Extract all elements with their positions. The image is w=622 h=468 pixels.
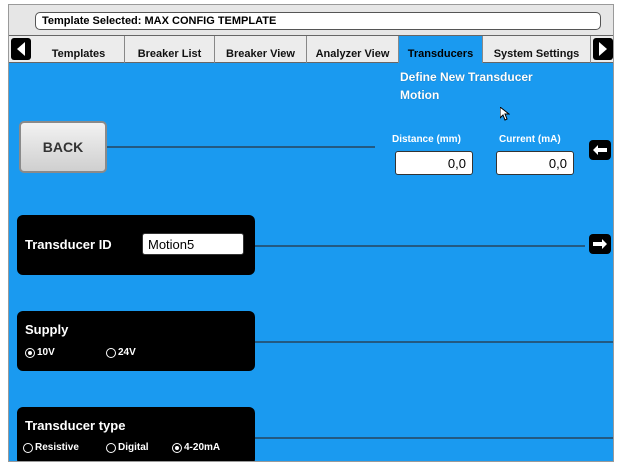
radio-unselected-icon — [23, 442, 33, 453]
mouse-pointer-icon — [500, 107, 510, 121]
back-button[interactable]: BACK — [19, 121, 107, 173]
tab-analyzer-view[interactable]: Analyzer View — [307, 36, 399, 63]
supply-option-24v[interactable]: 24V — [106, 347, 136, 358]
current-field[interactable]: 0,0 — [496, 151, 574, 175]
tab-bar: Templates Breaker List Breaker View Anal… — [9, 35, 613, 63]
distance-field[interactable]: 0,0 — [395, 151, 473, 175]
page-subtitle: Motion — [400, 88, 440, 102]
supply-label: Supply — [25, 322, 69, 337]
chevron-left-icon — [17, 42, 25, 56]
tab-breaker-view[interactable]: Breaker View — [215, 36, 307, 63]
arrow-left-icon — [593, 145, 607, 155]
page-title: Define New Transducer — [400, 70, 533, 84]
supply-option-10v[interactable]: 10V — [25, 347, 55, 358]
type-option-4-20ma[interactable]: 4-20mA — [172, 442, 220, 453]
distance-label: Distance (mm) — [392, 134, 461, 145]
radio-selected-icon — [25, 347, 35, 358]
transducer-id-label: Transducer ID — [25, 237, 112, 252]
template-selected-bar: Template Selected: MAX CONFIG TEMPLATE — [35, 12, 601, 30]
transducer-id-input[interactable]: Motion5 — [142, 233, 244, 255]
type-option-resistive[interactable]: Resistive — [23, 442, 79, 453]
tab-system-settings[interactable]: System Settings — [483, 36, 591, 63]
type-option-label: Digital — [118, 442, 149, 453]
divider-line — [255, 437, 613, 439]
supply-panel: Supply 10V 24V — [17, 311, 255, 371]
transducer-id-panel: Transducer ID Motion5 — [17, 215, 255, 275]
transducer-type-label: Transducer type — [25, 418, 126, 433]
tab-templates[interactable]: Templates — [33, 36, 125, 63]
radio-selected-icon — [172, 442, 182, 453]
tab-scroll-right-button[interactable] — [593, 38, 613, 60]
tab-breaker-list[interactable]: Breaker List — [125, 36, 215, 63]
supply-option-label: 24V — [118, 347, 136, 358]
arrow-right-button[interactable] — [589, 234, 611, 254]
arrow-left-button[interactable] — [589, 140, 611, 160]
radio-unselected-icon — [106, 442, 116, 453]
type-option-digital[interactable]: Digital — [106, 442, 149, 453]
radio-unselected-icon — [106, 347, 116, 358]
divider-line — [255, 341, 613, 343]
tab-scroll-left-button[interactable] — [11, 38, 31, 60]
chevron-right-icon — [599, 42, 607, 56]
app-window: Template Selected: MAX CONFIG TEMPLATE T… — [8, 4, 614, 462]
divider-line — [107, 146, 375, 148]
type-option-label: Resistive — [35, 442, 79, 453]
transducer-content-area: Define New Transducer Motion BACK Distan… — [9, 63, 613, 461]
supply-option-label: 10V — [37, 347, 55, 358]
divider-line — [255, 245, 585, 247]
arrow-right-icon — [593, 239, 607, 249]
type-option-label: 4-20mA — [184, 442, 221, 453]
tab-transducers[interactable]: Transducers — [399, 36, 483, 63]
current-label: Current (mA) — [499, 134, 561, 145]
transducer-type-panel: Transducer type Resistive Digital 4-20mA — [17, 407, 255, 461]
